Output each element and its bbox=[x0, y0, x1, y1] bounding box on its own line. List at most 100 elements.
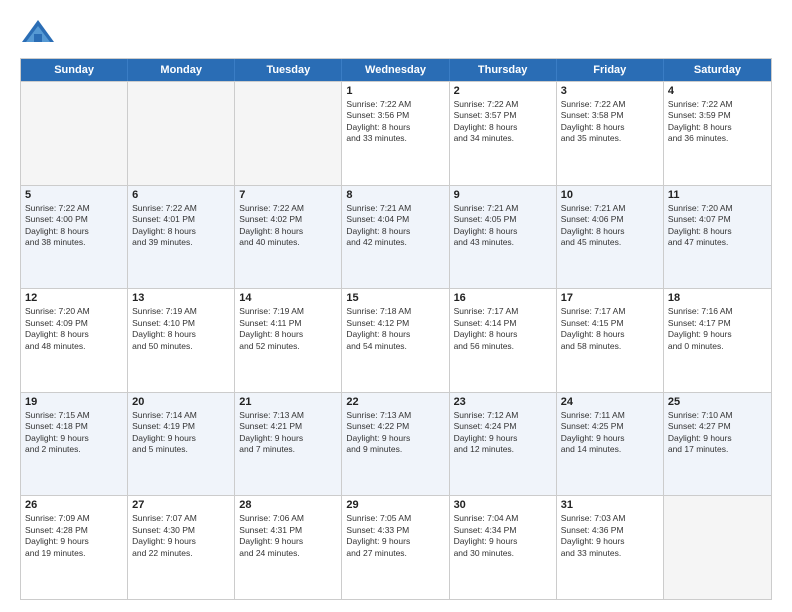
day-number: 5 bbox=[25, 189, 123, 201]
empty-cell bbox=[21, 82, 128, 185]
header-day-saturday: Saturday bbox=[664, 59, 771, 81]
empty-cell bbox=[664, 496, 771, 599]
day-number: 1 bbox=[346, 85, 444, 97]
day-number: 23 bbox=[454, 396, 552, 408]
day-info: Sunrise: 7:17 AM Sunset: 4:15 PM Dayligh… bbox=[561, 306, 659, 352]
header-day-monday: Monday bbox=[128, 59, 235, 81]
day-cell-7: 7 Sunrise: 7:22 AM Sunset: 4:02 PM Daylig… bbox=[235, 186, 342, 289]
day-info: Sunrise: 7:22 AM Sunset: 4:01 PM Dayligh… bbox=[132, 203, 230, 249]
day-number: 2 bbox=[454, 85, 552, 97]
calendar-row-5: 26Sunrise: 7:09 AM Sunset: 4:28 PM Dayli… bbox=[21, 495, 771, 599]
day-info: Sunrise: 7:09 AM Sunset: 4:28 PM Dayligh… bbox=[25, 513, 123, 559]
day-number: 9 bbox=[454, 189, 552, 201]
day-cell-2: 2 Sunrise: 7:22 AM Sunset: 3:57 PM Daylig… bbox=[450, 82, 557, 185]
calendar-row-4: 19Sunrise: 7:15 AM Sunset: 4:18 PM Dayli… bbox=[21, 392, 771, 496]
empty-cell bbox=[235, 82, 342, 185]
day-cell-12: 12Sunrise: 7:20 AM Sunset: 4:09 PM Dayli… bbox=[21, 289, 128, 392]
day-info: Sunrise: 7:22 AM Sunset: 3:57 PM Dayligh… bbox=[454, 99, 552, 145]
day-info: Sunrise: 7:21 AM Sunset: 4:06 PM Dayligh… bbox=[561, 203, 659, 249]
day-number: 22 bbox=[346, 396, 444, 408]
day-cell-28: 28 Sunrise: 7:06 AM Sunset: 4:31 PM Dayli… bbox=[235, 496, 342, 599]
calendar-header: SundayMondayTuesdayWednesdayThursdayFrid… bbox=[21, 59, 771, 81]
day-cell-15: 15 Sunrise: 7:18 AM Sunset: 4:12 PM Dayli… bbox=[342, 289, 449, 392]
day-info: Sunrise: 7:13 AM Sunset: 4:22 PM Dayligh… bbox=[346, 410, 444, 456]
calendar-row-1: 1 Sunrise: 7:22 AM Sunset: 3:56 PM Daylig… bbox=[21, 81, 771, 185]
day-number: 3 bbox=[561, 85, 659, 97]
day-info: Sunrise: 7:06 AM Sunset: 4:31 PM Dayligh… bbox=[239, 513, 337, 559]
day-info: Sunrise: 7:21 AM Sunset: 4:05 PM Dayligh… bbox=[454, 203, 552, 249]
day-info: Sunrise: 7:22 AM Sunset: 3:56 PM Dayligh… bbox=[346, 99, 444, 145]
day-number: 11 bbox=[668, 189, 767, 201]
day-info: Sunrise: 7:05 AM Sunset: 4:33 PM Dayligh… bbox=[346, 513, 444, 559]
day-cell-16: 16Sunrise: 7:17 AM Sunset: 4:14 PM Dayli… bbox=[450, 289, 557, 392]
day-number: 16 bbox=[454, 292, 552, 304]
page: SundayMondayTuesdayWednesdayThursdayFrid… bbox=[0, 0, 792, 612]
day-number: 31 bbox=[561, 499, 659, 511]
day-number: 21 bbox=[239, 396, 337, 408]
day-number: 13 bbox=[132, 292, 230, 304]
day-number: 15 bbox=[346, 292, 444, 304]
day-cell-14: 14 Sunrise: 7:19 AM Sunset: 4:11 PM Dayli… bbox=[235, 289, 342, 392]
day-cell-11: 11 Sunrise: 7:20 AM Sunset: 4:07 PM Dayli… bbox=[664, 186, 771, 289]
header-day-thursday: Thursday bbox=[450, 59, 557, 81]
day-number: 25 bbox=[668, 396, 767, 408]
day-info: Sunrise: 7:22 AM Sunset: 3:58 PM Dayligh… bbox=[561, 99, 659, 145]
day-cell-23: 23 Sunrise: 7:12 AM Sunset: 4:24 PM Dayli… bbox=[450, 393, 557, 496]
calendar-row-2: 5Sunrise: 7:22 AM Sunset: 4:00 PM Daylig… bbox=[21, 185, 771, 289]
day-number: 28 bbox=[239, 499, 337, 511]
day-info: Sunrise: 7:10 AM Sunset: 4:27 PM Dayligh… bbox=[668, 410, 767, 456]
header-day-sunday: Sunday bbox=[21, 59, 128, 81]
header bbox=[20, 18, 772, 48]
day-cell-13: 13Sunrise: 7:19 AM Sunset: 4:10 PM Dayli… bbox=[128, 289, 235, 392]
day-cell-4: 4 Sunrise: 7:22 AM Sunset: 3:59 PM Daylig… bbox=[664, 82, 771, 185]
day-number: 17 bbox=[561, 292, 659, 304]
day-number: 4 bbox=[668, 85, 767, 97]
day-info: Sunrise: 7:16 AM Sunset: 4:17 PM Dayligh… bbox=[668, 306, 767, 352]
day-info: Sunrise: 7:18 AM Sunset: 4:12 PM Dayligh… bbox=[346, 306, 444, 352]
calendar-body: 1 Sunrise: 7:22 AM Sunset: 3:56 PM Daylig… bbox=[21, 81, 771, 599]
day-info: Sunrise: 7:12 AM Sunset: 4:24 PM Dayligh… bbox=[454, 410, 552, 456]
day-number: 7 bbox=[239, 189, 337, 201]
day-info: Sunrise: 7:13 AM Sunset: 4:21 PM Dayligh… bbox=[239, 410, 337, 456]
day-number: 24 bbox=[561, 396, 659, 408]
day-info: Sunrise: 7:22 AM Sunset: 4:02 PM Dayligh… bbox=[239, 203, 337, 249]
day-cell-27: 27Sunrise: 7:07 AM Sunset: 4:30 PM Dayli… bbox=[128, 496, 235, 599]
day-cell-20: 20 Sunrise: 7:14 AM Sunset: 4:19 PM Dayli… bbox=[128, 393, 235, 496]
day-info: Sunrise: 7:11 AM Sunset: 4:25 PM Dayligh… bbox=[561, 410, 659, 456]
day-number: 6 bbox=[132, 189, 230, 201]
day-number: 30 bbox=[454, 499, 552, 511]
day-info: Sunrise: 7:20 AM Sunset: 4:09 PM Dayligh… bbox=[25, 306, 123, 352]
day-cell-22: 22 Sunrise: 7:13 AM Sunset: 4:22 PM Dayli… bbox=[342, 393, 449, 496]
calendar-row-3: 12Sunrise: 7:20 AM Sunset: 4:09 PM Dayli… bbox=[21, 288, 771, 392]
day-number: 29 bbox=[346, 499, 444, 511]
day-cell-8: 8Sunrise: 7:21 AM Sunset: 4:04 PM Daylig… bbox=[342, 186, 449, 289]
day-number: 18 bbox=[668, 292, 767, 304]
day-cell-25: 25 Sunrise: 7:10 AM Sunset: 4:27 PM Dayli… bbox=[664, 393, 771, 496]
calendar: SundayMondayTuesdayWednesdayThursdayFrid… bbox=[20, 58, 772, 600]
day-number: 14 bbox=[239, 292, 337, 304]
header-day-tuesday: Tuesday bbox=[235, 59, 342, 81]
logo bbox=[20, 18, 60, 48]
day-cell-9: 9 Sunrise: 7:21 AM Sunset: 4:05 PM Daylig… bbox=[450, 186, 557, 289]
empty-cell bbox=[128, 82, 235, 185]
day-cell-30: 30Sunrise: 7:04 AM Sunset: 4:34 PM Dayli… bbox=[450, 496, 557, 599]
day-cell-3: 3 Sunrise: 7:22 AM Sunset: 3:58 PM Daylig… bbox=[557, 82, 664, 185]
day-cell-29: 29 Sunrise: 7:05 AM Sunset: 4:33 PM Dayli… bbox=[342, 496, 449, 599]
day-cell-1: 1 Sunrise: 7:22 AM Sunset: 3:56 PM Daylig… bbox=[342, 82, 449, 185]
day-info: Sunrise: 7:14 AM Sunset: 4:19 PM Dayligh… bbox=[132, 410, 230, 456]
day-info: Sunrise: 7:21 AM Sunset: 4:04 PM Dayligh… bbox=[346, 203, 444, 249]
day-info: Sunrise: 7:20 AM Sunset: 4:07 PM Dayligh… bbox=[668, 203, 767, 249]
header-day-friday: Friday bbox=[557, 59, 664, 81]
day-info: Sunrise: 7:22 AM Sunset: 3:59 PM Dayligh… bbox=[668, 99, 767, 145]
day-info: Sunrise: 7:19 AM Sunset: 4:11 PM Dayligh… bbox=[239, 306, 337, 352]
day-info: Sunrise: 7:15 AM Sunset: 4:18 PM Dayligh… bbox=[25, 410, 123, 456]
day-cell-17: 17 Sunrise: 7:17 AM Sunset: 4:15 PM Dayli… bbox=[557, 289, 664, 392]
day-cell-24: 24 Sunrise: 7:11 AM Sunset: 4:25 PM Dayli… bbox=[557, 393, 664, 496]
day-cell-26: 26Sunrise: 7:09 AM Sunset: 4:28 PM Dayli… bbox=[21, 496, 128, 599]
day-number: 20 bbox=[132, 396, 230, 408]
day-info: Sunrise: 7:03 AM Sunset: 4:36 PM Dayligh… bbox=[561, 513, 659, 559]
day-cell-19: 19Sunrise: 7:15 AM Sunset: 4:18 PM Dayli… bbox=[21, 393, 128, 496]
day-number: 27 bbox=[132, 499, 230, 511]
logo-icon bbox=[20, 18, 56, 48]
header-day-wednesday: Wednesday bbox=[342, 59, 449, 81]
